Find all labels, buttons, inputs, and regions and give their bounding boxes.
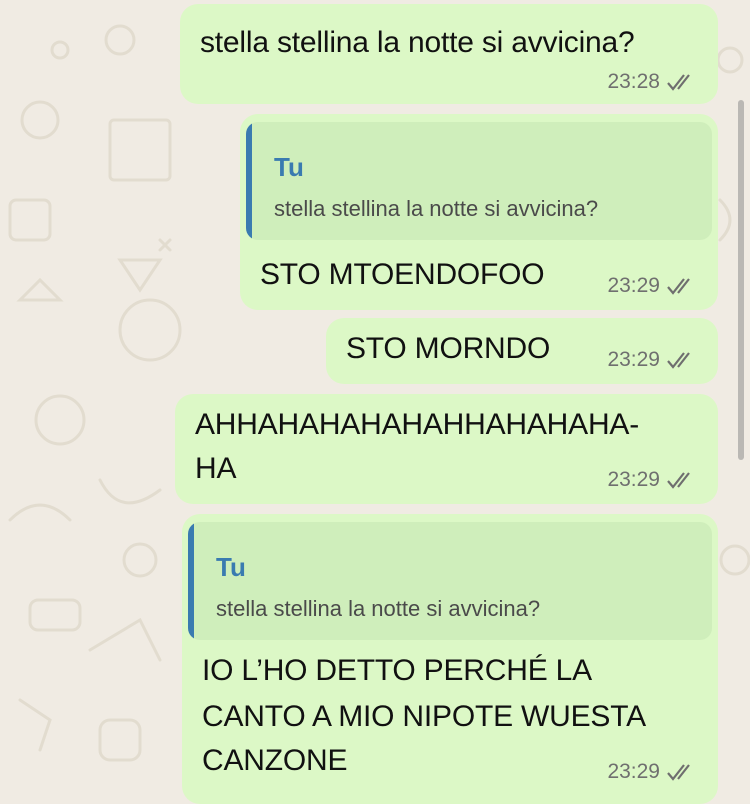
- message-text: STO MTOENDOFOO: [260, 258, 545, 291]
- quote-text: stella stellina la notte si avvicina?: [274, 196, 599, 221]
- message-text: stella stellina la notte si avvicina?: [200, 26, 635, 59]
- scrollbar[interactable]: [738, 100, 744, 460]
- message-bubble[interactable]: Tu stella stellina la notte si avvicina?…: [182, 514, 718, 804]
- message-text-line: IO L’HO DETTO PERCHÉ LA: [202, 654, 592, 687]
- message-text: STO MORNDO: [346, 332, 551, 365]
- message-time: 23:29: [607, 348, 660, 371]
- message-time: 23:29: [607, 468, 660, 491]
- message-bubble[interactable]: Tu stella stellina la notte si avvicina?…: [240, 114, 718, 310]
- message-meta: 23:29: [607, 468, 696, 492]
- message-meta: 23:29: [607, 274, 696, 298]
- message-text-line: AHHAHAHAHAHAHHAHAHAHA-: [195, 408, 640, 441]
- quote-accent-bar: [246, 122, 252, 240]
- quoted-message[interactable]: Tu stella stellina la notte si avvicina?: [188, 522, 712, 640]
- message-bubble[interactable]: STO MORNDO 23:29: [326, 318, 718, 384]
- message-text-line: CANZONE: [202, 744, 348, 777]
- double-check-icon: [667, 278, 690, 295]
- message-text-line: HA: [195, 452, 237, 485]
- message-meta: 23:29: [607, 760, 696, 784]
- message-bubble[interactable]: AHHAHAHAHAHAHHAHAHAHA- HA 23:29: [175, 394, 718, 504]
- quote-accent-bar: [188, 522, 194, 640]
- quote-author: Tu: [274, 152, 304, 182]
- double-check-icon: [667, 74, 690, 91]
- double-check-icon: [667, 472, 690, 489]
- message-bubble[interactable]: stella stellina la notte si avvicina? 23…: [180, 4, 718, 104]
- double-check-icon: [667, 352, 690, 369]
- message-time: 23:28: [607, 70, 660, 93]
- message-time: 23:29: [607, 274, 660, 297]
- quoted-message[interactable]: Tu stella stellina la notte si avvicina?: [246, 122, 712, 240]
- message-meta: 23:29: [607, 348, 696, 372]
- quote-author: Tu: [216, 552, 246, 582]
- double-check-icon: [667, 764, 690, 781]
- message-time: 23:29: [607, 760, 660, 783]
- quote-text: stella stellina la notte si avvicina?: [216, 596, 541, 621]
- message-meta: 23:28: [607, 70, 696, 94]
- message-text-line: CANTO A MIO NIPOTE WUESTA: [202, 700, 646, 733]
